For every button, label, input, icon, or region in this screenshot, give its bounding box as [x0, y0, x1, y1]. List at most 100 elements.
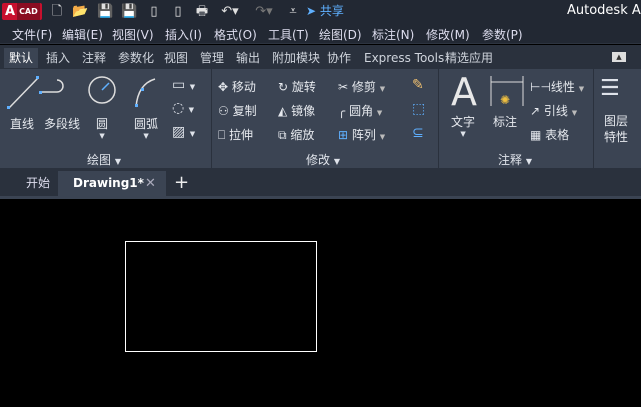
menu-format[interactable]: 格式(O) — [214, 26, 257, 43]
chevron-down-icon: ▼ — [114, 157, 121, 166]
rectangle-icon[interactable]: ▭ ▼ — [172, 77, 195, 93]
menu-dimension[interactable]: 标注(N) — [372, 26, 414, 43]
chevron-down-icon: ▼ — [99, 132, 105, 140]
svg-text:✺: ✺ — [500, 93, 510, 107]
annotation-panel-title[interactable]: 注释 ▼ — [498, 151, 532, 168]
new-tab-button[interactable]: + — [174, 171, 189, 195]
tab-collaborate[interactable]: 协作 — [322, 48, 356, 68]
layer-properties-tool[interactable]: 图层 特性 — [604, 113, 628, 145]
table-tool[interactable]: ▦ 表格 — [530, 126, 569, 143]
tab-addins[interactable]: 附加模块 — [267, 48, 325, 68]
dimension-label: 标注 — [493, 115, 518, 129]
redo-icon[interactable]: ↷▾ — [252, 3, 276, 20]
table-label: 表格 — [545, 128, 570, 142]
close-icon[interactable]: ✕ — [145, 171, 156, 196]
mirror-icon: ◭ — [278, 104, 288, 118]
copy-tool[interactable]: ⚇ 复制 — [218, 102, 257, 119]
stretch-tool[interactable]: ⎕ 拉伸 — [218, 126, 253, 143]
stretch-label: 拉伸 — [229, 128, 254, 142]
menu-parameter[interactable]: 参数(P) — [482, 26, 523, 43]
ellipse-icon[interactable]: ◌ ▼ — [172, 100, 194, 116]
tab-parametric[interactable]: 参数化 — [113, 48, 159, 68]
tab-output[interactable]: 输出 — [231, 48, 265, 68]
layer-label-1: 图层 — [604, 114, 629, 128]
text-tool[interactable]: 文字 ▼ — [451, 113, 475, 138]
trim-tool[interactable]: ✂ 修剪 ▼ — [338, 78, 385, 95]
dimension-icon[interactable]: ✺ — [489, 76, 525, 108]
erase-icon[interactable]: ✎ — [412, 77, 424, 93]
arc-tool[interactable]: 圆弧 ▼ — [134, 113, 158, 140]
move-icon: ✥ — [218, 80, 229, 94]
move-tool[interactable]: ✥ 移动 — [218, 78, 256, 95]
modify-panel-title[interactable]: 修改 ▼ — [306, 151, 340, 168]
leader-tool[interactable]: ↗ 引线 ▼ — [530, 102, 577, 119]
share-button[interactable]: ➤ 共享 — [306, 3, 344, 20]
tab-manage[interactable]: 管理 — [195, 48, 229, 68]
table-icon: ▦ — [530, 128, 542, 142]
chevron-down-icon: ▼ — [578, 85, 585, 93]
polyline-label: 多段线 — [44, 117, 81, 131]
app-title: Autodesk Au — [567, 3, 641, 18]
chevron-down-icon: ▼ — [376, 109, 383, 117]
linear-label: 线性 — [550, 80, 575, 94]
copy-icon: ⚇ — [218, 104, 229, 118]
draw-panel-title[interactable]: 绘图 ▼ — [87, 151, 121, 168]
open-icon[interactable]: 📂 — [72, 3, 88, 20]
line-tool[interactable]: 直线 — [10, 113, 34, 132]
undo-icon[interactable]: ↶▾ — [218, 3, 242, 20]
scale-tool[interactable]: ⧉ 缩放 — [278, 126, 314, 143]
divider — [593, 69, 594, 168]
array-icon: ⊞ — [338, 128, 349, 142]
print-icon[interactable]: 🖶 — [194, 3, 210, 20]
circle-tool[interactable]: 圆 ▼ — [96, 113, 108, 140]
menu-tools[interactable]: 工具(T) — [268, 26, 309, 43]
tab-annotate[interactable]: 注释 — [77, 48, 111, 68]
chevron-down-icon: ▼ — [379, 85, 386, 93]
text-label: 文字 — [451, 115, 476, 129]
layer-properties-icon[interactable]: ☰ — [600, 76, 620, 101]
save-icon[interactable]: 💾 — [97, 3, 113, 20]
hatch-icon[interactable]: ▨ ▼ — [172, 124, 195, 140]
scissors-icon: ✂ — [338, 80, 349, 94]
app-logo[interactable]: A CAD — [2, 3, 42, 20]
tab-express-tools[interactable]: Express Tools — [359, 48, 449, 68]
share-mobile-icon[interactable]: ▯ — [170, 3, 186, 20]
menu-edit[interactable]: 编辑(E) — [62, 26, 103, 43]
menu-view[interactable]: 视图(V) — [112, 26, 154, 43]
move-label: 移动 — [231, 80, 256, 94]
tab-featured-apps[interactable]: 精选应用 — [440, 48, 498, 68]
explode-icon[interactable]: ⬚ — [412, 101, 425, 117]
save-as-icon[interactable]: 💾 — [121, 3, 137, 20]
drawn-rectangle[interactable] — [125, 241, 317, 352]
tab-view[interactable]: 视图 — [159, 48, 193, 68]
arc-label: 圆弧 — [134, 117, 159, 131]
customize-icon[interactable]: ⩡ — [285, 3, 301, 20]
circle-label: 圆 — [96, 117, 109, 131]
fillet-label: 圆角 — [349, 104, 374, 118]
fillet-tool[interactable]: ╭ 圆角 ▼ — [338, 102, 382, 119]
dimension-tool[interactable]: 标注 — [493, 113, 517, 130]
minimize-ribbon-button[interactable]: ▲ — [612, 52, 626, 62]
array-tool[interactable]: ⊞ 阵列 ▼ — [338, 126, 385, 143]
menu-draw[interactable]: 绘图(D) — [319, 26, 362, 43]
rotate-tool[interactable]: ↻ 旋转 — [278, 78, 316, 95]
drawing-canvas[interactable] — [0, 196, 641, 407]
tab-insert[interactable]: 插入 — [41, 48, 75, 68]
mirror-label: 镜像 — [291, 104, 316, 118]
menu-insert[interactable]: 插入(I) — [165, 26, 202, 43]
offset-icon[interactable]: ⊆ — [412, 125, 424, 141]
mirror-tool[interactable]: ◭ 镜像 — [278, 102, 315, 119]
menu-modify[interactable]: 修改(M) — [426, 26, 470, 43]
text-icon[interactable]: A — [451, 72, 477, 112]
layer-label-2: 特性 — [604, 130, 629, 144]
scale-label: 缩放 — [290, 128, 315, 142]
menu-file[interactable]: 文件(F) — [12, 26, 52, 43]
polyline-tool[interactable]: 多段线 — [44, 113, 80, 132]
open-mobile-icon[interactable]: ▯ — [146, 3, 162, 20]
modify-panel-label: 修改 — [306, 153, 331, 167]
tab-default[interactable]: 默认 — [4, 48, 39, 68]
linear-tool[interactable]: ⊢⊣线性 ▼ — [530, 78, 584, 95]
tab-start[interactable]: 开始 — [12, 171, 64, 195]
new-icon[interactable]: 🗋 — [49, 3, 65, 20]
chevron-down-icon: ▼ — [525, 157, 532, 166]
